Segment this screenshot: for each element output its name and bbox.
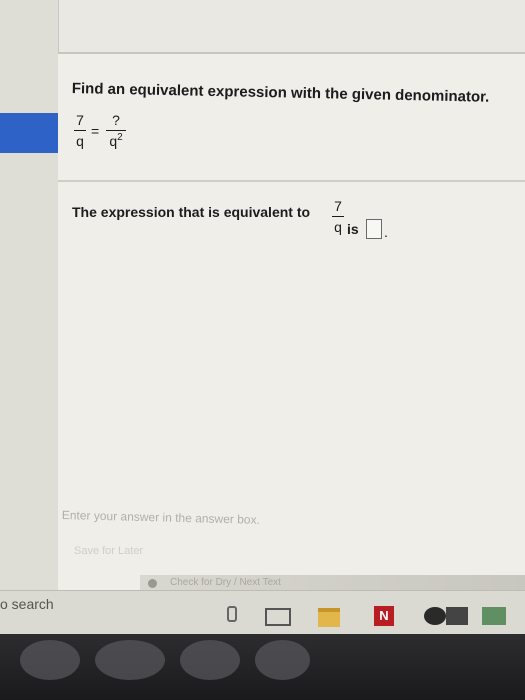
answer-input-box[interactable]: [366, 219, 382, 239]
left-denominator: q: [76, 133, 84, 149]
right-denominator: q2: [106, 132, 126, 149]
inline-denominator: q: [334, 219, 342, 235]
speaker-grille: [95, 640, 165, 680]
file-explorer-icon[interactable]: [318, 608, 340, 627]
right-denominator-exponent: 2: [117, 132, 123, 143]
fraction-bar: [74, 130, 86, 131]
fraction-bar: [106, 130, 126, 131]
speaker-grille: [180, 640, 240, 680]
mail-icon[interactable]: [446, 607, 468, 625]
right-numerator: ?: [112, 112, 120, 128]
section-divider: [58, 180, 525, 182]
right-denominator-base: q: [109, 133, 118, 149]
taskbar-search[interactable]: o search: [0, 596, 54, 612]
nav-text[interactable]: Check for Dry / Next Text: [170, 577, 281, 588]
inline-numerator: 7: [334, 198, 342, 214]
statement-is: is: [347, 221, 359, 237]
answer-statement: The expression that is equivalent to: [72, 204, 310, 220]
fraction-bar: [332, 216, 344, 217]
task-view-icon[interactable]: [265, 608, 291, 626]
statement-period: .: [384, 224, 388, 240]
nav-dot-icon[interactable]: [148, 579, 157, 588]
netflix-icon[interactable]: N: [374, 606, 394, 626]
left-numerator: 7: [76, 112, 84, 128]
equation-right-fraction: ? q2: [106, 112, 126, 149]
speaker-grille: [20, 640, 80, 680]
microphone-icon[interactable]: [227, 606, 237, 622]
store-icon[interactable]: [482, 607, 506, 625]
save-for-later-button[interactable]: Save for Later: [70, 540, 170, 562]
sidebar-active-indicator[interactable]: [0, 113, 58, 153]
speaker-grille: [255, 640, 310, 680]
inline-fraction: 7 q: [332, 198, 344, 235]
equals-sign: =: [91, 123, 100, 139]
statement-text: The expression that is equivalent to: [72, 204, 311, 220]
app-icon[interactable]: [424, 607, 446, 625]
left-sidebar: [0, 0, 59, 590]
equation-left-fraction: 7 q: [74, 112, 86, 149]
